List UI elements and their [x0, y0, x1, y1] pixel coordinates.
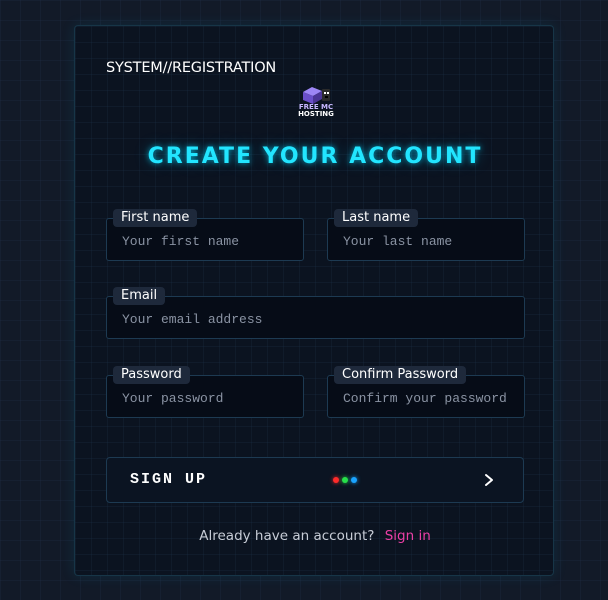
sign-up-label: SIGN UP — [130, 471, 208, 488]
password-label: Password — [113, 366, 190, 384]
last-name-field: Last name — [327, 209, 525, 261]
sign-up-button[interactable]: SIGN UP — [106, 457, 524, 503]
last-name-label: Last name — [334, 209, 419, 227]
email-input[interactable] — [107, 297, 524, 338]
confirm-password-field: Confirm Password — [327, 366, 525, 418]
first-name-field: First name — [106, 209, 304, 261]
sign-in-link[interactable]: Sign in — [385, 528, 431, 544]
dot-red — [333, 477, 339, 483]
already-account-text: Already have an account? — [199, 528, 375, 544]
confirm-password-label: Confirm Password — [334, 366, 467, 384]
dot-blue — [351, 477, 357, 483]
password-field: Password — [106, 366, 304, 418]
registration-card: SYSTEM//REGISTRATION FREE MC HOSTING CRE… — [74, 25, 554, 576]
logo-text-line2: HOSTING — [298, 110, 334, 118]
system-label: SYSTEM//REGISTRATION — [106, 60, 277, 76]
logo: FREE MC HOSTING — [298, 84, 334, 122]
page-title: CREATE YOUR ACCOUNT — [147, 144, 483, 169]
dot-green — [342, 477, 348, 483]
email-field: Email — [106, 287, 525, 339]
email-label: Email — [113, 287, 166, 305]
sign-in-prompt: Already have an account? Sign in — [75, 528, 555, 544]
chevron-right-icon — [485, 474, 493, 486]
loading-dots — [333, 477, 359, 485]
email-box — [106, 296, 525, 339]
first-name-label: First name — [113, 209, 198, 227]
